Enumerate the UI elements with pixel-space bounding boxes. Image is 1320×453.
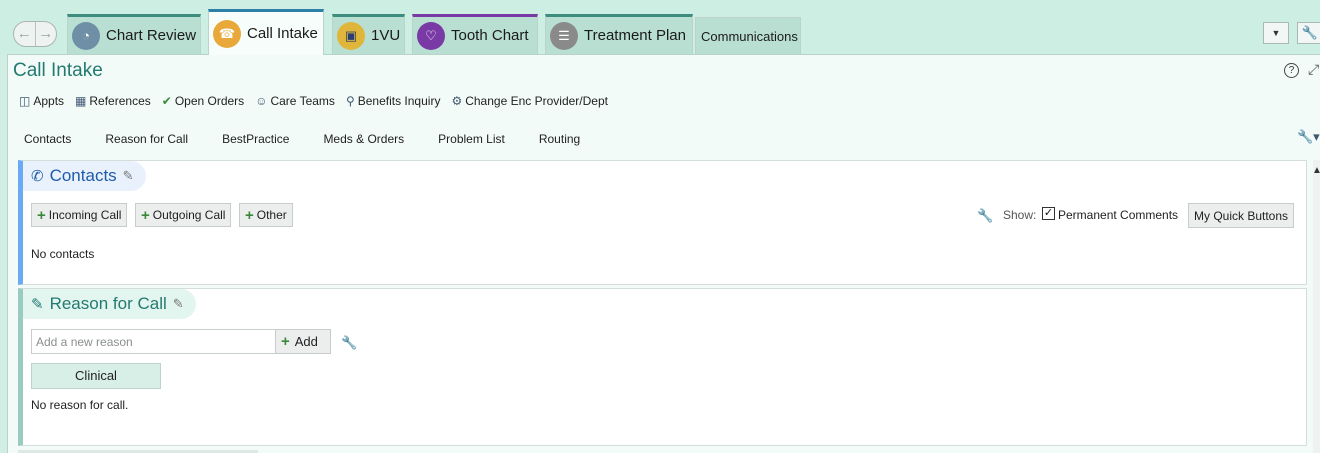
activity-panel: Call Intake ? ⤢ ◫ Appts ▦ References ✔ O… xyxy=(7,54,1320,453)
tab-1vu[interactable]: ▣ 1VU xyxy=(332,14,405,54)
scroll-up-icon[interactable]: ▲ xyxy=(1312,165,1320,176)
back-arrow-icon[interactable]: ← xyxy=(14,22,35,46)
button-label: Add xyxy=(294,334,318,349)
outgoing-call-button[interactable]: + Outgoing Call xyxy=(135,203,232,227)
clipboard-icon: ☰ xyxy=(550,21,578,50)
telephone-icon: ☎ xyxy=(213,19,241,48)
incoming-call-button[interactable]: + Incoming Call xyxy=(31,203,128,227)
subtab-problem-list[interactable]: Problem List xyxy=(438,132,505,146)
other-contact-button[interactable]: + Other xyxy=(239,203,293,227)
button-label: My Quick Buttons xyxy=(1194,208,1289,223)
section-nav: Contacts Reason for Call BestPractice Me… xyxy=(24,132,614,146)
magnifier-icon: ⚲ xyxy=(345,94,355,108)
toolbar-label: References xyxy=(89,94,151,108)
checkmark-icon: ✔ xyxy=(161,94,172,108)
tab-label: Tooth Chart xyxy=(451,27,529,44)
contacts-title: Contacts xyxy=(49,166,117,185)
workspace-tab-bar: ← → ◔ Chart Review ☎ Call Intake ▣ 1VU ♡… xyxy=(0,0,1320,55)
subtab-contacts[interactable]: Contacts xyxy=(24,132,71,146)
wrench-icon[interactable]: 🔧 xyxy=(977,208,993,224)
one-view-icon: ▣ xyxy=(337,21,365,50)
scrollbar[interactable] xyxy=(1313,160,1320,453)
tab-overflow-dropdown-button[interactable]: ▼ xyxy=(1263,22,1289,44)
permanent-comments-checkbox[interactable]: ✓ xyxy=(1042,207,1055,220)
toolbar-label: Benefits Inquiry xyxy=(357,94,441,108)
tab-chart-review[interactable]: ◔ Chart Review xyxy=(67,14,201,54)
speech-bubble-person-icon: ✎ xyxy=(31,296,44,313)
activity-toolbar: ◫ Appts ▦ References ✔ Open Orders ☺ Car… xyxy=(19,94,619,108)
subtab-routing[interactable]: Routing xyxy=(539,132,580,146)
my-quick-buttons-button[interactable]: My Quick Buttons xyxy=(1188,203,1295,228)
help-icon[interactable]: ? xyxy=(1284,63,1299,78)
reason-title: Reason for Call xyxy=(49,294,167,313)
tab-label: Communications xyxy=(701,28,798,44)
plus-icon: + xyxy=(37,206,46,224)
permanent-comments-label: Permanent Comments xyxy=(1058,208,1179,222)
tab-label: Call Intake xyxy=(247,25,318,42)
tooth-icon: ♡ xyxy=(417,21,445,50)
people-icon: ☺ xyxy=(255,94,268,108)
tab-call-intake[interactable]: ☎ Call Intake xyxy=(208,9,324,55)
expand-icon[interactable]: ⤢ xyxy=(1308,61,1319,78)
show-label: Show: xyxy=(1003,208,1037,222)
reason-header: ✎ Reason for Call ✎ xyxy=(23,289,196,319)
tab-label: Chart Review xyxy=(106,27,197,44)
toolbar-care-teams[interactable]: ☺ Care Teams xyxy=(255,94,335,108)
reason-input[interactable] xyxy=(31,329,277,354)
books-icon: ▦ xyxy=(75,94,87,108)
subtab-meds-orders[interactable]: Meds & Orders xyxy=(323,132,404,146)
toolbar-label: Appts xyxy=(33,94,65,108)
toolbar-references[interactable]: ▦ References xyxy=(75,94,151,108)
toolbar-label: Change Enc Provider/Dept xyxy=(465,94,608,108)
toolbar-label: Open Orders xyxy=(174,94,245,108)
plus-icon: + xyxy=(245,206,254,224)
page-title: Call Intake xyxy=(13,60,103,81)
telephone-icon: ✆ xyxy=(31,168,44,185)
button-label: Outgoing Call xyxy=(152,208,226,222)
tab-clinical[interactable]: Clinical xyxy=(31,363,161,389)
plus-icon: + xyxy=(141,206,150,224)
provider-icon: ⚙ xyxy=(451,94,463,108)
reason-for-call-section: ✎ Reason for Call ✎ + Add 🔧 Clinical No … xyxy=(18,288,1307,446)
section-settings-wrench-icon[interactable]: 🔧▾ xyxy=(1297,129,1320,145)
tab-label: Treatment Plan xyxy=(584,27,686,44)
toolbar-appts[interactable]: ◫ Appts xyxy=(19,94,64,108)
button-label: Incoming Call xyxy=(48,208,122,222)
tab-label: 1VU xyxy=(371,27,401,44)
appointments-icon: ◫ xyxy=(19,94,31,108)
pencil-icon[interactable]: ✎ xyxy=(123,168,134,184)
history-nav: ← → xyxy=(13,21,57,47)
contacts-section: ✆ Contacts ✎ + Incoming Call + Outgoing … xyxy=(18,160,1307,285)
toolbar-open-orders[interactable]: ✔ Open Orders xyxy=(162,94,244,108)
chevron-down-icon: ▼ xyxy=(1271,28,1281,38)
pencil-icon[interactable]: ✎ xyxy=(173,296,184,312)
wrench-icon: 🔧 xyxy=(1301,25,1319,40)
no-reason-text: No reason for call. xyxy=(31,398,129,412)
plus-icon: + xyxy=(281,333,290,350)
toolbar-label: Care Teams xyxy=(270,94,335,108)
tab-communications[interactable]: Communications xyxy=(695,17,801,54)
subtab-reason-for-call[interactable]: Reason for Call xyxy=(105,132,188,146)
no-contacts-text: No contacts xyxy=(31,247,95,261)
wrench-icon[interactable]: 🔧 xyxy=(341,335,357,351)
tab-treatment-plan[interactable]: ☰ Treatment Plan xyxy=(545,14,693,54)
toolbar-benefits-inquiry[interactable]: ⚲ Benefits Inquiry xyxy=(346,94,441,108)
tab-settings-button[interactable]: 🔧 xyxy=(1297,22,1320,44)
contacts-header: ✆ Contacts ✎ xyxy=(23,161,146,191)
add-reason-button[interactable]: + Add xyxy=(275,329,331,354)
toolbar-change-enc-provider[interactable]: ⚙ Change Enc Provider/Dept xyxy=(451,94,608,108)
chart-review-icon: ◔ xyxy=(72,21,100,50)
subtab-bestpractice[interactable]: BestPractice xyxy=(222,132,289,146)
forward-arrow-icon[interactable]: → xyxy=(34,22,57,46)
tab-tooth-chart[interactable]: ♡ Tooth Chart xyxy=(412,14,538,54)
button-label: Other xyxy=(256,208,287,222)
